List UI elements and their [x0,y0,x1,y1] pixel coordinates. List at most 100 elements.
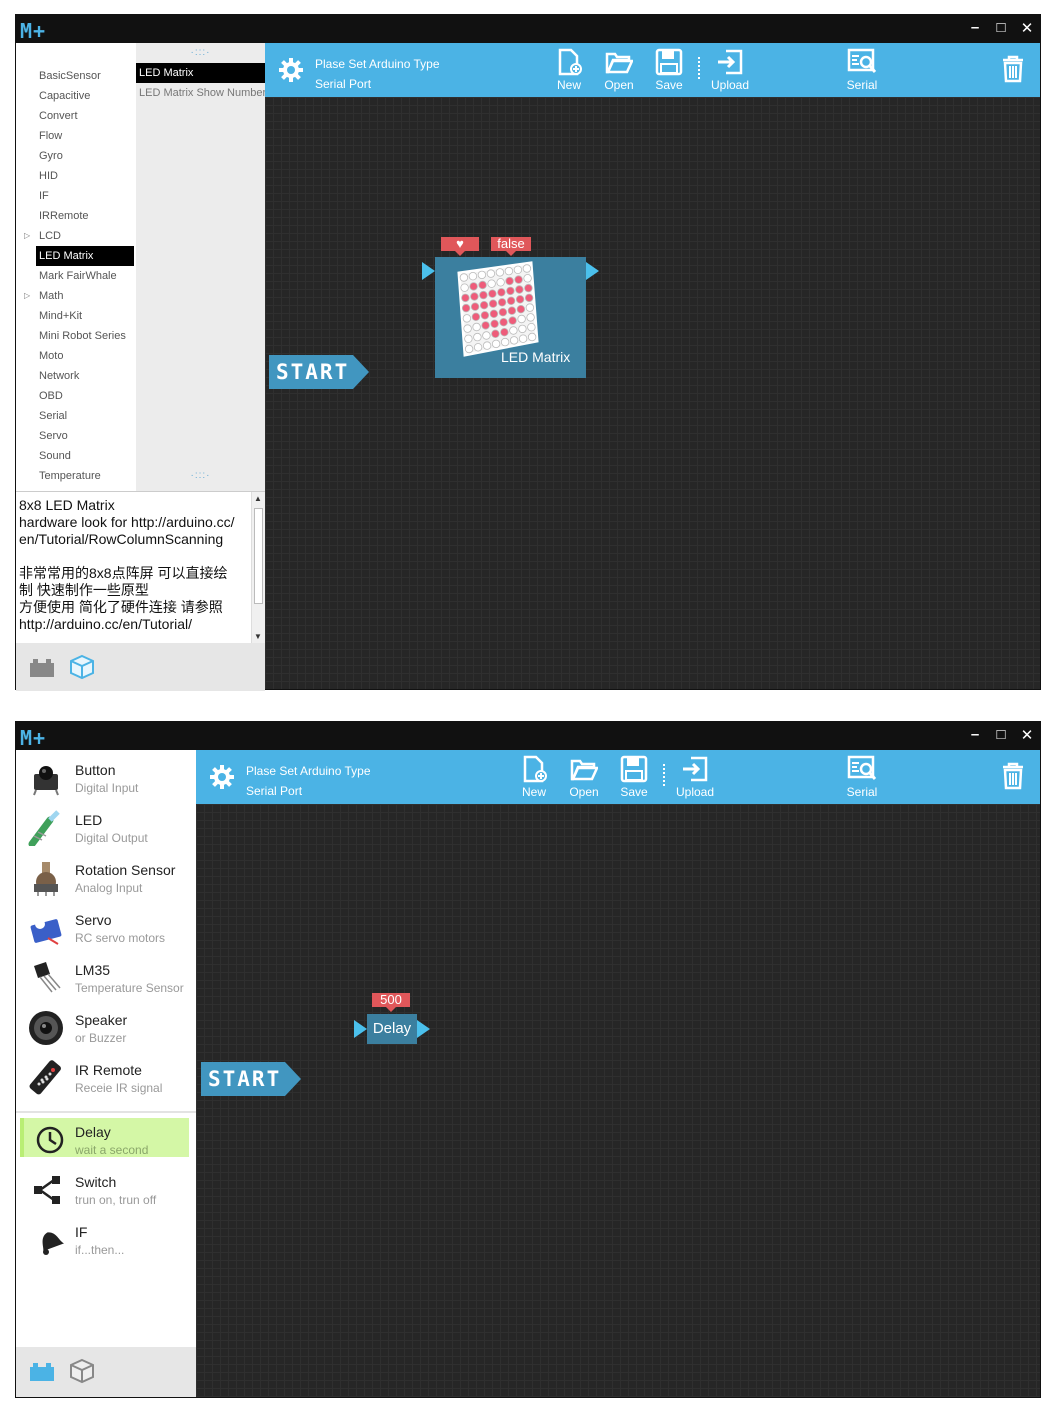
component-if[interactable]: IF if...then... [16,1216,196,1262]
category-list[interactable]: BasicSensor Capacitive Convert Flow Gyro HID I… [16,43,136,491]
trash-icon[interactable] [1002,55,1024,83]
category-item[interactable]: Capacitive [16,86,136,106]
category-item[interactable]: Sound [16,446,136,466]
package-icon[interactable] [68,1357,96,1385]
save-icon [655,48,683,76]
block-item-led-matrix-show-number[interactable]: LED Matrix Show Number [136,83,265,103]
category-item[interactable]: OBD [16,386,136,406]
scroll-indicator-bottom[interactable]: ·:::· [136,469,265,485]
workspace-canvas[interactable]: START ♥ false LED Matrix [265,97,1040,689]
close-button[interactable]: ✕ [1020,726,1034,744]
category-item[interactable]: ▷ LCD [16,226,136,246]
serial-button[interactable]: Serial [837,755,887,799]
component-rotation-sensor[interactable]: Rotation Sensor Analog Input [16,854,196,900]
blocks-icon[interactable] [28,1359,56,1383]
start-block[interactable]: START [269,355,369,389]
led-dot [463,324,472,333]
lm35-icon [34,962,61,993]
category-item[interactable]: Moto [16,346,136,366]
block-item-led-matrix[interactable]: LED Matrix [136,63,265,83]
output-port[interactable] [586,262,599,280]
output-port[interactable] [417,1020,430,1038]
param-delay-ms[interactable]: 500 [372,993,410,1012]
save-button[interactable]: Save [609,755,659,799]
gear-icon[interactable] [208,763,236,791]
category-item[interactable]: Mark FairWhale [16,266,136,286]
gear-icon[interactable] [277,56,305,84]
package-icon[interactable] [68,653,96,681]
window-controls: – □ ✕ [968,726,1034,744]
component-led[interactable]: LED Digital Output [16,804,196,850]
title-bar[interactable]: M+ – □ ✕ [16,15,1040,43]
led-dot [477,270,487,280]
app-window-component-view: M+ – □ ✕ Button Digital Input LED Digita… [15,721,1041,1398]
block-list[interactable]: ·:::· LED Matrix LED Matrix Show Number … [136,43,265,491]
category-item[interactable]: Mini Robot Series [16,326,136,346]
section-divider [16,1111,196,1113]
expand-arrow-icon[interactable]: ▷ [24,286,30,306]
component-lm35[interactable]: LM35 Temperature Sensor [16,954,196,1000]
toolbar-separator [663,764,665,786]
input-port[interactable] [354,1020,367,1038]
upload-button[interactable]: Upload [670,755,720,799]
minimize-button[interactable]: – [968,19,982,37]
category-item[interactable]: Flow [16,126,136,146]
led-matrix-block[interactable]: LED Matrix [435,257,586,378]
scroll-indicator-top[interactable]: ·:::· [136,43,265,63]
component-switch[interactable]: Switch trun on, trun off [16,1166,196,1212]
description-scrollbar[interactable]: ▲ ▼ [251,492,265,643]
led-dot [473,343,483,352]
active-indicator [20,1118,24,1157]
maximize-button[interactable]: □ [994,726,1008,744]
minimize-button[interactable]: – [968,726,982,744]
upload-button[interactable]: Upload [705,48,755,92]
component-button[interactable]: Button Digital Input [16,754,196,800]
category-label: Math [39,290,64,302]
component-delay[interactable]: Delay wait a second [16,1116,196,1162]
workspace-canvas[interactable]: START 500 Delay [196,804,1040,1397]
scroll-down-arrow[interactable]: ▼ [254,632,262,641]
new-button[interactable]: New [544,48,594,92]
category-item[interactable]: Servo [16,426,136,446]
category-item[interactable]: IF [16,186,136,206]
save-button[interactable]: Save [644,48,694,92]
expand-arrow-icon[interactable]: ▷ [24,226,30,246]
serial-button[interactable]: Serial [837,48,887,92]
component-servo[interactable]: Servo RC servo motors [16,904,196,950]
trash-icon[interactable] [1002,762,1024,790]
category-item[interactable]: ▷ Math [16,286,136,306]
param-heart[interactable]: ♥ [441,237,479,256]
category-item[interactable]: Mind+Kit [16,306,136,326]
category-item[interactable]: IRRemote [16,206,136,226]
led-dot [515,295,525,304]
category-item[interactable]: Network [16,366,136,386]
maximize-button[interactable]: □ [994,19,1008,37]
scroll-thumb[interactable] [254,508,263,604]
start-block[interactable]: START [201,1062,301,1096]
category-item[interactable]: LED Matrix [36,246,134,266]
scroll-up-arrow[interactable]: ▲ [254,494,262,503]
open-button[interactable]: Open [559,755,609,799]
category-item[interactable]: BasicSensor [16,66,136,86]
category-item[interactable]: Temperature [16,466,136,486]
component-ir-remote[interactable]: IR Remote Receie IR signal [16,1054,196,1100]
category-item[interactable]: Gyro [16,146,136,166]
input-port[interactable] [422,262,435,280]
category-item[interactable]: HID [16,166,136,186]
category-item[interactable]: Serial [16,406,136,426]
blocks-icon[interactable] [28,655,56,679]
new-button[interactable]: New [509,755,559,799]
component-speaker[interactable]: Speaker or Buzzer [16,1004,196,1050]
category-label: Flow [39,130,63,142]
category-label: IF [39,190,49,202]
param-false[interactable]: false [491,237,531,256]
open-button[interactable]: Open [594,48,644,92]
delay-block[interactable]: Delay [367,1014,417,1044]
category-item[interactable]: Convert [16,106,136,126]
component-list[interactable]: Button Digital Input LED Digital Output … [16,750,196,1347]
title-bar[interactable]: M+ – □ ✕ [16,722,1040,750]
arduino-settings[interactable]: Plase Set Arduino Type Serial Port [246,761,371,801]
led-dot [505,276,514,286]
arduino-settings[interactable]: Plase Set Arduino Type Serial Port [315,54,440,94]
close-button[interactable]: ✕ [1020,19,1034,37]
